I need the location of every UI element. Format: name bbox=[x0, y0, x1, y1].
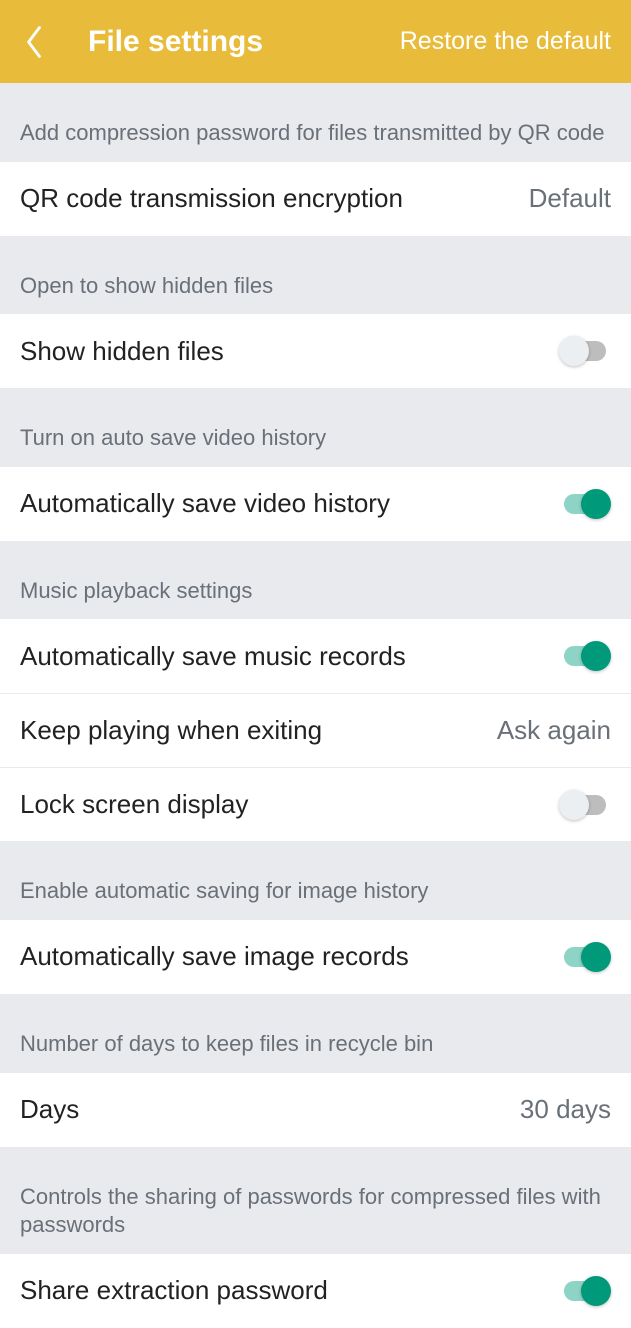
app-header: File settings Restore the default bbox=[0, 0, 631, 83]
toggle-show-hidden[interactable] bbox=[559, 336, 611, 366]
row-label: Automatically save video history bbox=[20, 488, 545, 519]
row-lock-screen[interactable]: Lock screen display bbox=[0, 767, 631, 841]
row-auto-music[interactable]: Automatically save music records bbox=[0, 619, 631, 693]
toggle-auto-video[interactable] bbox=[559, 489, 611, 519]
section-header-image: Enable automatic saving for image histor… bbox=[0, 841, 631, 920]
toggle-auto-music[interactable] bbox=[559, 641, 611, 671]
row-label: Lock screen display bbox=[20, 789, 545, 820]
section-header-qr: Add compression password for files trans… bbox=[0, 83, 631, 162]
restore-default-button[interactable]: Restore the default bbox=[400, 27, 611, 56]
row-label: Days bbox=[20, 1094, 520, 1125]
row-label: Automatically save image records bbox=[20, 941, 545, 972]
row-auto-image[interactable]: Automatically save image records bbox=[0, 920, 631, 994]
back-icon[interactable] bbox=[20, 22, 48, 62]
row-qr-encryption[interactable]: QR code transmission encryption Default bbox=[0, 162, 631, 236]
row-value: Ask again bbox=[497, 715, 611, 746]
row-label: QR code transmission encryption bbox=[20, 183, 529, 214]
row-share-password[interactable]: Share extraction password bbox=[0, 1254, 631, 1328]
section-header-recycle: Number of days to keep files in recycle … bbox=[0, 994, 631, 1073]
row-label: Automatically save music records bbox=[20, 641, 545, 672]
row-label: Show hidden files bbox=[20, 336, 545, 367]
section-header-hidden: Open to show hidden files bbox=[0, 236, 631, 315]
toggle-lock-screen[interactable] bbox=[559, 790, 611, 820]
toggle-share-password[interactable] bbox=[559, 1276, 611, 1306]
row-value: Default bbox=[529, 183, 611, 214]
section-header-share: Controls the sharing of passwords for co… bbox=[0, 1147, 631, 1254]
row-label: Keep playing when exiting bbox=[20, 715, 497, 746]
row-days[interactable]: Days 30 days bbox=[0, 1073, 631, 1147]
page-title: File settings bbox=[88, 25, 263, 59]
section-header-video: Turn on auto save video history bbox=[0, 388, 631, 467]
toggle-auto-image[interactable] bbox=[559, 942, 611, 972]
section-header-music: Music playback settings bbox=[0, 541, 631, 620]
row-keep-playing[interactable]: Keep playing when exiting Ask again bbox=[0, 693, 631, 767]
row-value: 30 days bbox=[520, 1094, 611, 1125]
row-auto-video[interactable]: Automatically save video history bbox=[0, 467, 631, 541]
row-show-hidden[interactable]: Show hidden files bbox=[0, 314, 631, 388]
